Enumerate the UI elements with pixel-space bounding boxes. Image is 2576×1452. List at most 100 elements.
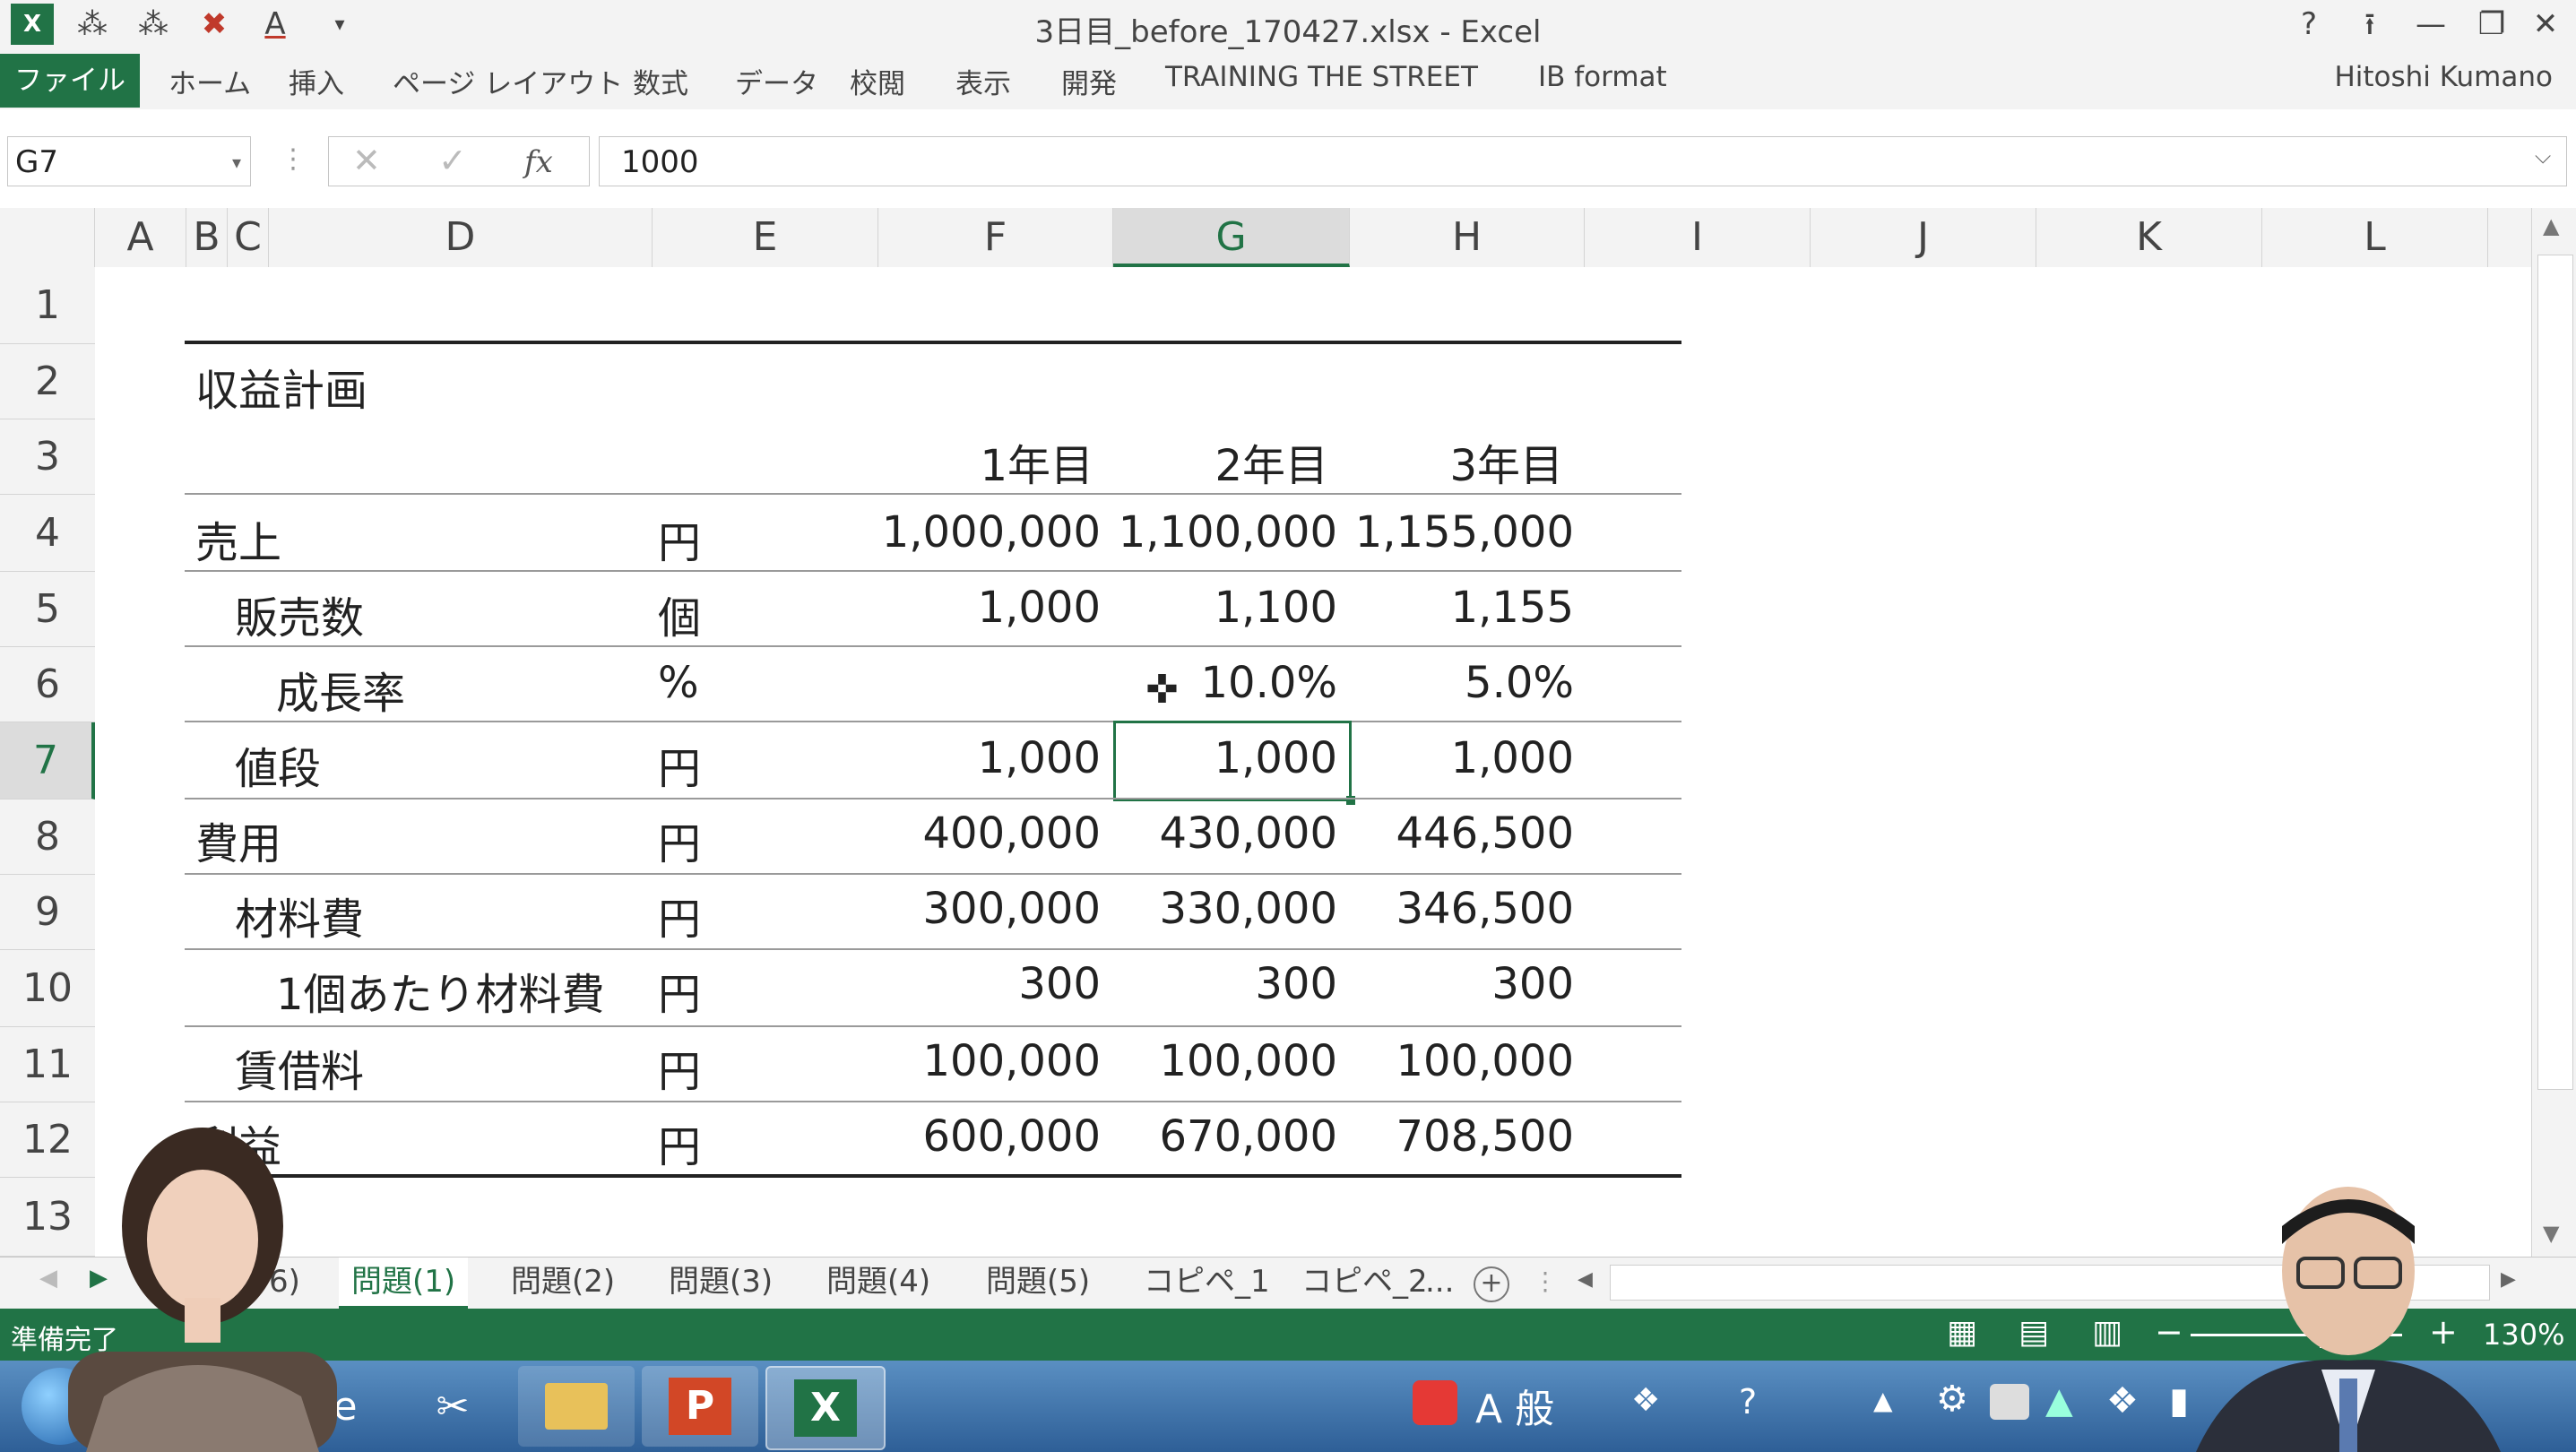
row-header[interactable]: 5: [0, 572, 95, 647]
value-cell[interactable]: 670,000: [1113, 1111, 1338, 1162]
row-header[interactable]: 6: [0, 647, 95, 722]
value-cell[interactable]: 1,100,000: [1113, 507, 1337, 557]
header-year-1[interactable]: 1年目: [878, 430, 1094, 493]
row-unit[interactable]: 円: [658, 884, 701, 946]
tab-formulas[interactable]: 数式: [633, 61, 688, 101]
value-cell[interactable]: 430,000: [1113, 808, 1338, 859]
help-icon[interactable]: ?: [2284, 2, 2334, 47]
ime-mode[interactable]: A 般: [1475, 1377, 1554, 1434]
enter-icon[interactable]: ✓: [438, 141, 467, 180]
column-header[interactable]: D: [269, 208, 653, 267]
value-cell[interactable]: 1,155: [1348, 583, 1574, 633]
value-cell[interactable]: 100,000: [878, 1036, 1102, 1086]
column-header[interactable]: H: [1350, 208, 1585, 267]
page-break-view-icon[interactable]: ▥: [2092, 1314, 2122, 1351]
column-header[interactable]: L: [2262, 208, 2488, 267]
ime-tools-icon[interactable]: ❖: [1631, 1382, 1660, 1419]
value-cell[interactable]: 300,000: [878, 884, 1102, 934]
value-cell[interactable]: 346,500: [1348, 884, 1575, 934]
sheet-tab[interactable]: 問題(3): [656, 1258, 785, 1306]
value-cell[interactable]: 100,000: [1113, 1036, 1338, 1086]
powerpoint-icon[interactable]: P: [642, 1366, 758, 1447]
row-label[interactable]: 成長率: [276, 658, 405, 721]
scroll-up-icon[interactable]: ▲: [2543, 213, 2559, 238]
row-unit[interactable]: 円: [658, 733, 701, 796]
settings-gear-icon[interactable]: ⚙: [1936, 1379, 1968, 1420]
tab-review[interactable]: 校閲: [850, 61, 905, 101]
column-header[interactable]: E: [653, 208, 878, 267]
tab-training-the-street[interactable]: TRAINING THE STREET: [1165, 61, 1478, 93]
sheet-tab-active[interactable]: 問題(1): [339, 1258, 469, 1309]
tab-page-layout[interactable]: ページ レイアウト: [393, 61, 623, 101]
column-header[interactable]: F: [878, 208, 1113, 267]
tab-insert[interactable]: 挿入: [289, 61, 344, 101]
row-label[interactable]: 1個あたり材料費: [276, 959, 605, 1022]
value-cell[interactable]: 100,000: [1348, 1036, 1575, 1086]
page-layout-view-icon[interactable]: ▤: [2018, 1314, 2049, 1351]
row-label[interactable]: 売上: [195, 507, 281, 570]
file-explorer-icon[interactable]: [518, 1366, 635, 1447]
close-icon[interactable]: ✕: [2520, 2, 2571, 47]
value-cell[interactable]: 1,000: [1348, 733, 1574, 783]
tab-view[interactable]: 表示: [955, 61, 1011, 101]
splitter-icon[interactable]: ⋮: [1533, 1266, 1558, 1296]
row-header[interactable]: 4: [0, 495, 95, 572]
value-cell[interactable]: 600,000: [878, 1111, 1102, 1162]
insert-function-button[interactable]: fx: [524, 144, 553, 180]
more-sheets[interactable]: ...: [1413, 1258, 1466, 1306]
expand-formula-icon[interactable]: ⌵: [2535, 143, 2551, 169]
value-cell[interactable]: 1,155,000: [1348, 507, 1574, 557]
column-header[interactable]: A: [95, 208, 186, 267]
row-unit[interactable]: 個: [658, 583, 701, 645]
name-box[interactable]: G7 ▾: [7, 136, 251, 186]
scroll-thumb[interactable]: [2537, 255, 2573, 1090]
tab-home[interactable]: ホーム: [169, 61, 251, 101]
show-hidden-icons[interactable]: ▲: [1873, 1386, 1893, 1415]
sheet-title[interactable]: 収益計画: [195, 355, 367, 418]
value-cell[interactable]: 300: [1348, 959, 1574, 1009]
tray-app-icon[interactable]: [1413, 1380, 1457, 1425]
row-label[interactable]: 賃借料: [235, 1036, 364, 1099]
row-unit[interactable]: 円: [658, 959, 701, 1022]
row-header[interactable]: 10: [0, 950, 95, 1027]
sheet-tab[interactable]: 問題(2): [498, 1258, 627, 1306]
value-cell[interactable]: 330,000: [1113, 884, 1338, 934]
value-cell[interactable]: 1,000: [878, 583, 1101, 633]
value-cell[interactable]: 5.0%: [1348, 658, 1574, 708]
tab-developer[interactable]: 開発: [1061, 61, 1117, 101]
scroll-down-icon[interactable]: ▼: [2543, 1221, 2559, 1246]
row-label[interactable]: 値段: [235, 733, 321, 796]
row-header[interactable]: 9: [0, 875, 95, 950]
normal-view-icon[interactable]: ▦: [1947, 1314, 1977, 1351]
value-cell[interactable]: 1,000,000: [878, 507, 1101, 557]
value-cell[interactable]: 300: [878, 959, 1101, 1009]
column-header[interactable]: C: [228, 208, 269, 267]
row-header[interactable]: 8: [0, 799, 95, 875]
restore-icon[interactable]: ❐: [2467, 2, 2517, 47]
sheet-tab[interactable]: 問題(4): [814, 1258, 943, 1306]
row-header[interactable]: 11: [0, 1027, 95, 1102]
column-header[interactable]: J: [1811, 208, 2036, 267]
ribbon-display-icon[interactable]: ⭱: [2345, 2, 2395, 47]
row-unit[interactable]: 円: [658, 507, 701, 570]
tab-data[interactable]: データ: [735, 61, 818, 101]
header-year-2[interactable]: 2年目: [1113, 430, 1328, 493]
column-header[interactable]: B: [186, 208, 228, 267]
row-unit[interactable]: %: [658, 658, 699, 708]
dropbox-icon[interactable]: ❖: [2106, 1380, 2139, 1422]
user-account[interactable]: Hitoshi Kumano: [2334, 61, 2553, 93]
sheet-tab[interactable]: 問題(5): [973, 1258, 1102, 1306]
row-header[interactable]: 1: [0, 267, 95, 344]
value-cell[interactable]: 1,000: [878, 733, 1101, 783]
snipping-tool-icon[interactable]: ✂: [394, 1366, 511, 1447]
column-header[interactable]: I: [1585, 208, 1811, 267]
tab-file[interactable]: ファイル: [0, 54, 140, 108]
worksheet-grid[interactable]: 収益計画 1年目 2年目 3年目 売上 円 1,000,000 1,100,00…: [95, 267, 2531, 1257]
value-cell[interactable]: 300: [1113, 959, 1337, 1009]
column-header-selected[interactable]: G: [1113, 208, 1350, 267]
row-label[interactable]: 材料費: [235, 884, 364, 946]
row-unit[interactable]: 円: [658, 1111, 701, 1174]
add-sheet-button[interactable]: +: [1474, 1266, 1509, 1302]
column-header[interactable]: K: [2036, 208, 2262, 267]
sheet-tab[interactable]: コピペ_1: [1131, 1258, 1283, 1306]
